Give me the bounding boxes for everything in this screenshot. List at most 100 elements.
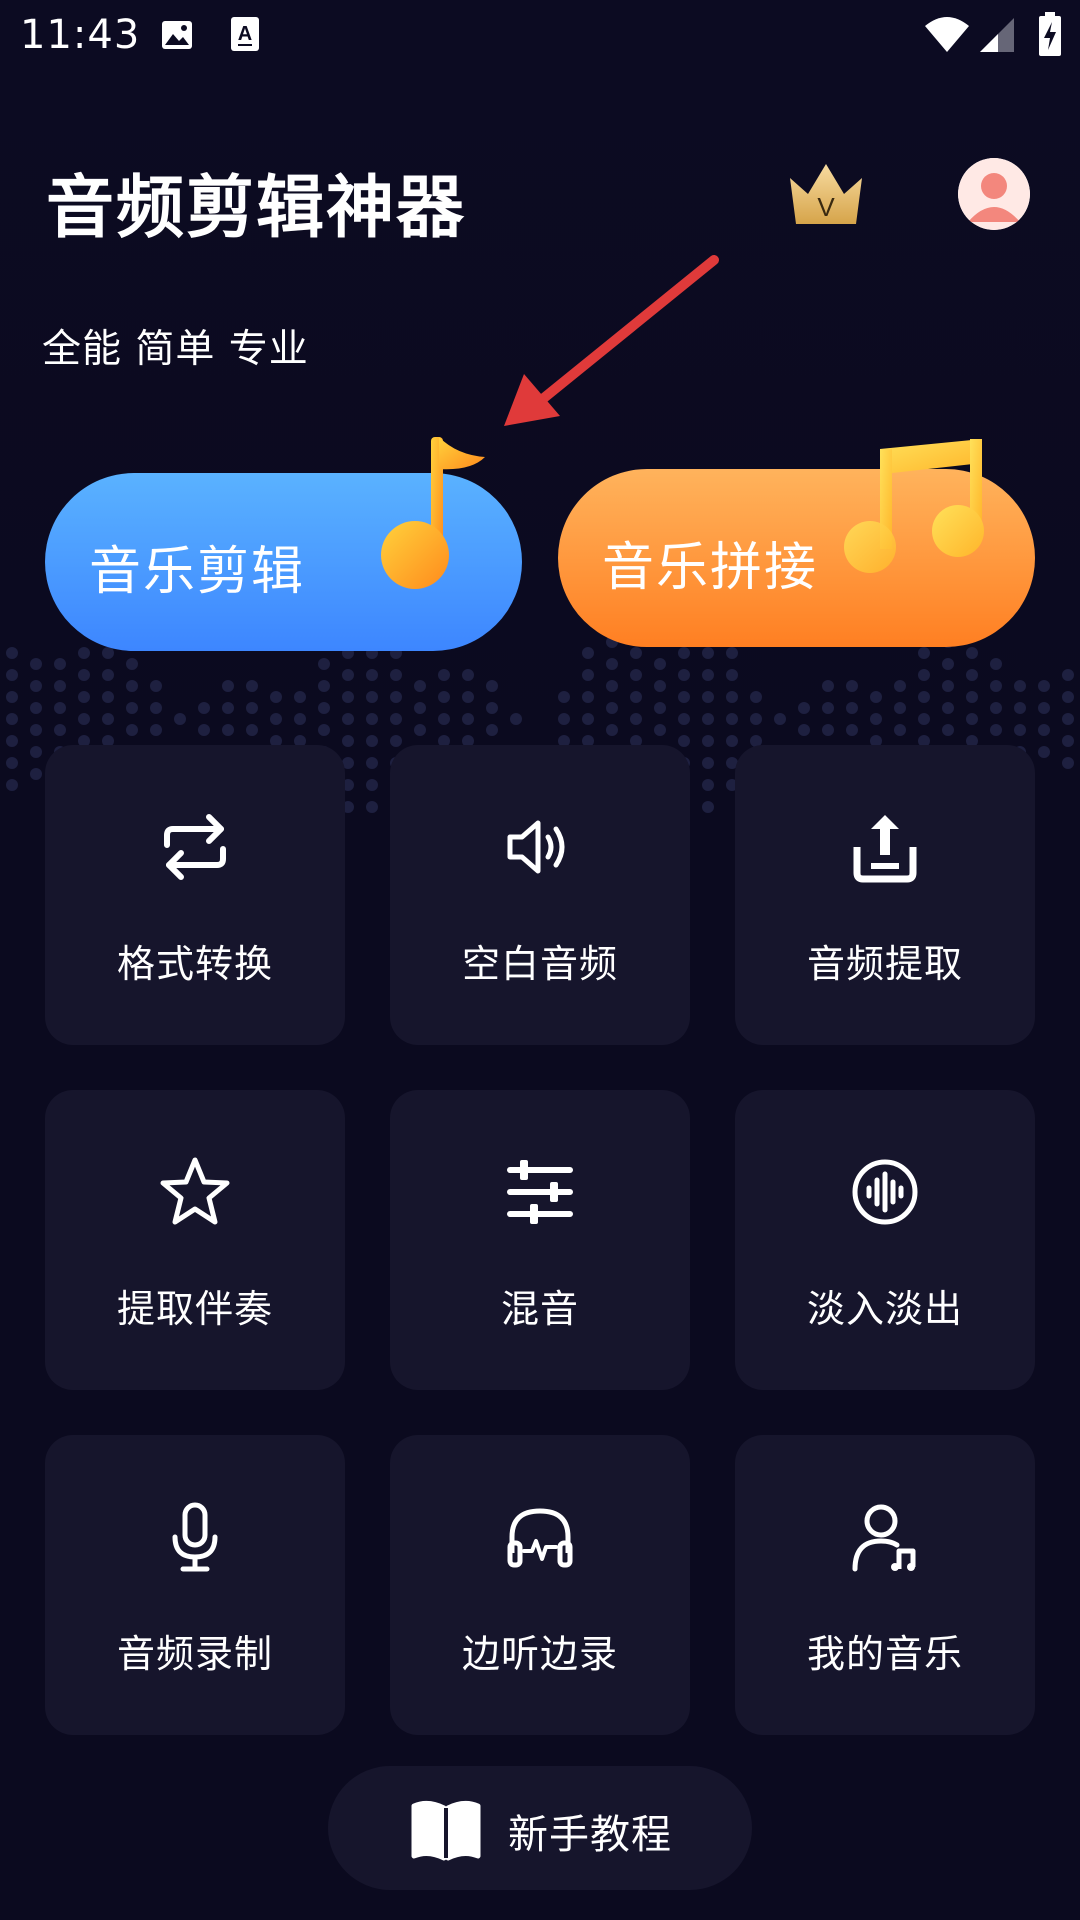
- upload-extract-icon: [853, 815, 917, 883]
- wave-dot: [942, 680, 954, 692]
- wave-dot: [942, 724, 954, 736]
- wave-dot: [918, 713, 930, 725]
- wave-dot: [726, 647, 738, 659]
- wave-dot: [390, 669, 402, 681]
- microphone-icon: [172, 1502, 218, 1572]
- wave-dot: [222, 724, 234, 736]
- wave-dot: [366, 735, 378, 747]
- music-edit-button[interactable]: 音乐剪辑: [45, 437, 522, 651]
- star-icon: [160, 1157, 230, 1225]
- feature-listen-and-record[interactable]: 边听边录: [390, 1435, 690, 1735]
- tutorial-button[interactable]: 新手教程: [328, 1766, 752, 1890]
- wave-dot: [630, 713, 642, 725]
- wave-dot: [6, 735, 18, 747]
- wave-dot: [702, 801, 714, 813]
- wave-dot: [246, 680, 258, 692]
- wave-dot: [366, 801, 378, 813]
- wave-dot: [822, 680, 834, 692]
- wave-dot: [1014, 702, 1026, 714]
- wave-dot: [918, 647, 930, 659]
- wave-dot: [702, 691, 714, 703]
- feature-label: 音频提取: [806, 942, 963, 986]
- wave-dot: [1014, 724, 1026, 736]
- wave-dot: [822, 724, 834, 736]
- wave-dot: [702, 735, 714, 747]
- wave-dot: [798, 702, 810, 714]
- wave-dot: [654, 658, 666, 670]
- wave-dot: [270, 691, 282, 703]
- wave-dot: [126, 658, 138, 670]
- wave-dot: [414, 680, 426, 692]
- wave-dot: [654, 680, 666, 692]
- wave-dot: [1038, 680, 1050, 692]
- wifi-icon: [925, 17, 969, 52]
- user-avatar-button[interactable]: [958, 158, 1030, 230]
- wave-dot: [246, 724, 258, 736]
- wave-dot: [342, 713, 354, 725]
- wave-dot: [654, 702, 666, 714]
- feature-blank-audio[interactable]: 空白音频: [390, 745, 690, 1045]
- vip-button[interactable]: V: [786, 160, 866, 232]
- wave-dot: [318, 658, 330, 670]
- wave-dot: [606, 724, 618, 736]
- wave-dot: [30, 680, 42, 692]
- crown-icon: V: [790, 164, 862, 224]
- wave-dot: [390, 691, 402, 703]
- wave-dot: [750, 713, 762, 725]
- wave-dot: [894, 680, 906, 692]
- wave-dot: [30, 724, 42, 736]
- wave-dot: [606, 680, 618, 692]
- wave-dot: [30, 658, 42, 670]
- wave-dot: [894, 702, 906, 714]
- wave-dot: [102, 647, 114, 659]
- wave-dot: [126, 680, 138, 692]
- feature-format-convert[interactable]: 格式转换: [45, 745, 345, 1045]
- wave-dot: [438, 713, 450, 725]
- app-title: 音频剪辑神器: [46, 169, 467, 248]
- waveform-circle-icon: [852, 1159, 918, 1225]
- wave-dot: [918, 669, 930, 681]
- music-join-label: 音乐拼接: [602, 538, 819, 598]
- wave-dot: [1062, 691, 1074, 703]
- wave-dot: [54, 702, 66, 714]
- wave-dot: [102, 691, 114, 703]
- wave-dot: [846, 680, 858, 692]
- wave-dot: [6, 757, 18, 769]
- wave-dot: [78, 691, 90, 703]
- feature-extract-accompaniment[interactable]: 提取伴奏: [45, 1090, 345, 1390]
- feature-audio-extract[interactable]: 音频提取: [735, 745, 1035, 1045]
- wave-dot: [558, 691, 570, 703]
- wave-dot: [222, 680, 234, 692]
- feature-label: 我的音乐: [806, 1632, 963, 1676]
- wave-dot: [726, 713, 738, 725]
- wave-dot: [150, 702, 162, 714]
- wave-dot: [150, 724, 162, 736]
- wave-dot: [366, 757, 378, 769]
- feature-audio-record[interactable]: 音频录制: [45, 1435, 345, 1735]
- feature-mix[interactable]: 混音: [390, 1090, 690, 1390]
- wave-dot: [702, 757, 714, 769]
- feature-fade-in-out[interactable]: 淡入淡出: [735, 1090, 1035, 1390]
- music-join-button[interactable]: 音乐拼接: [558, 439, 1035, 647]
- wave-dot: [702, 669, 714, 681]
- wave-dot: [150, 680, 162, 692]
- wave-dot: [438, 669, 450, 681]
- wave-dot: [246, 702, 258, 714]
- wave-dot: [390, 713, 402, 725]
- wave-dot: [342, 691, 354, 703]
- wave-dot: [1038, 702, 1050, 714]
- wave-dot: [342, 669, 354, 681]
- gallery-notification-icon: [162, 21, 192, 49]
- wave-dot: [702, 713, 714, 725]
- wave-dot: [486, 702, 498, 714]
- wave-dot: [846, 724, 858, 736]
- svg-text:A: A: [238, 23, 252, 45]
- vip-letter: V: [817, 192, 835, 222]
- wave-dot: [78, 647, 90, 659]
- wave-dot: [678, 735, 690, 747]
- app-subtitle: 全能 简单 专业: [42, 327, 309, 372]
- wave-dot: [366, 713, 378, 725]
- feature-my-music[interactable]: 我的音乐: [735, 1435, 1035, 1735]
- wave-dot: [582, 691, 594, 703]
- wave-dot: [102, 669, 114, 681]
